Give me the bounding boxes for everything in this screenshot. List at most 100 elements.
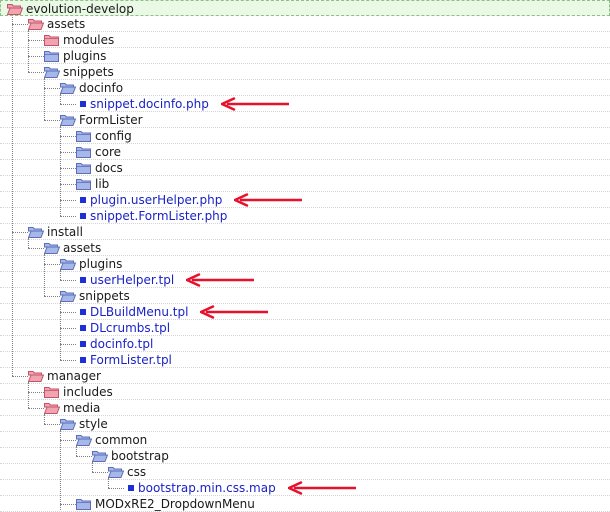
tree-folder-evolution-develop[interactable]: evolution-develop <box>0 0 610 16</box>
tree-connector-branch <box>28 248 44 249</box>
tree-file-formlister-tpl[interactable]: FormLister.tpl <box>0 352 610 368</box>
folder-open-icon <box>28 227 44 238</box>
tree-connector-branch <box>28 72 44 73</box>
folder-open-icon <box>92 451 108 462</box>
folder-label: bootstrap <box>111 449 169 463</box>
tree-connector-branch <box>60 328 76 329</box>
tree-folder-snippets[interactable]: snippets <box>0 288 610 304</box>
tree-connector-branch <box>60 440 76 441</box>
tree-folder-plugins[interactable]: plugins <box>0 256 610 272</box>
tree-folder-media[interactable]: media <box>0 400 610 416</box>
tree-connector-branch <box>28 56 44 57</box>
tree-folder-install[interactable]: install <box>0 224 610 240</box>
tree-connector-branch <box>60 312 76 313</box>
tree-file-dlcrumbs-tpl[interactable]: DLcrumbs.tpl <box>0 320 610 336</box>
folder-icon <box>76 163 91 174</box>
folder-label: core <box>95 145 121 159</box>
folder-label: assets <box>47 17 86 31</box>
tree-folder-formlister[interactable]: FormLister <box>0 112 610 128</box>
folder-icon <box>76 179 91 190</box>
tree-connector-branch <box>60 360 76 361</box>
tree-connector-branch <box>28 392 44 393</box>
tree-connector-branch <box>92 472 108 473</box>
folder-open-icon <box>60 419 76 430</box>
folder-label: includes <box>63 385 113 399</box>
tree-folder-bootstrap[interactable]: bootstrap <box>0 448 610 464</box>
tree-connector-branch <box>76 456 92 457</box>
tree-folder-docinfo[interactable]: docinfo <box>0 80 610 96</box>
tree-connector-branch <box>60 200 76 201</box>
tree-folder-includes[interactable]: includes <box>0 384 610 400</box>
tree-connector-branch <box>60 344 76 345</box>
tree-connector-branch <box>12 376 28 377</box>
folder-open-icon <box>7 4 23 15</box>
tree-folder-assets[interactable]: assets <box>0 240 610 256</box>
folder-icon <box>44 51 59 62</box>
folder-label: install <box>47 225 83 239</box>
tree-file-plugin-userhelper-php[interactable]: plugin.userHelper.php <box>0 192 610 208</box>
folder-open-icon <box>28 19 44 30</box>
tree-connector-branch <box>12 232 28 233</box>
folder-label: manager <box>47 369 101 383</box>
folder-label: docs <box>95 161 123 175</box>
tree-file-dlbuildmenu-tpl[interactable]: DLBuildMenu.tpl <box>0 304 610 320</box>
folder-icon <box>76 499 91 510</box>
tree-folder-plugins[interactable]: plugins <box>0 48 610 64</box>
file-icon <box>80 309 86 315</box>
tree-connector-branch <box>44 120 60 121</box>
tree-folder-snippets[interactable]: snippets <box>0 64 610 80</box>
file-icon <box>80 325 86 331</box>
tree-folder-docs[interactable]: docs <box>0 160 610 176</box>
red-arrow-icon <box>200 305 269 319</box>
folder-label: docinfo <box>79 81 124 95</box>
file-label: snippet.FormLister.php <box>90 209 228 223</box>
file-icon <box>128 485 134 491</box>
tree-connector-branch <box>60 184 76 185</box>
folder-open-icon <box>28 371 44 382</box>
tree-file-snippet-formlister-php[interactable]: snippet.FormLister.php <box>0 208 610 224</box>
tree-folder-modules[interactable]: modules <box>0 32 610 48</box>
folder-open-icon <box>44 243 60 254</box>
tree-connector-branch <box>60 152 76 153</box>
file-icon <box>80 101 86 107</box>
folder-icon <box>76 131 91 142</box>
tree-folder-config[interactable]: config <box>0 128 610 144</box>
tree-folder-assets[interactable]: assets <box>0 16 610 32</box>
tree-connector-branch <box>60 168 76 169</box>
file-label: userHelper.tpl <box>90 273 175 287</box>
file-icon <box>80 213 86 219</box>
tree-folder-core[interactable]: core <box>0 144 610 160</box>
tree-connector-branch <box>12 24 28 25</box>
file-label: snippet.docinfo.php <box>90 97 209 111</box>
tree-connector-branch <box>60 136 76 137</box>
folder-open-icon <box>44 403 60 414</box>
file-label: plugin.userHelper.php <box>90 193 223 207</box>
tree-folder-common[interactable]: common <box>0 432 610 448</box>
tree-folder-css[interactable]: css <box>0 464 610 480</box>
tree-connector-branch <box>28 40 44 41</box>
tree-connector-branch <box>108 488 124 489</box>
tree-connector-branch <box>44 424 60 425</box>
tree-folder-lib[interactable]: lib <box>0 176 610 192</box>
folder-open-icon <box>76 435 92 446</box>
tree-file-userhelper-tpl[interactable]: userHelper.tpl <box>0 272 610 288</box>
folder-label: css <box>127 465 147 479</box>
folder-label: snippets <box>79 289 130 303</box>
folder-label: assets <box>63 241 102 255</box>
folder-icon <box>44 387 59 398</box>
folder-open-icon <box>44 67 60 78</box>
folder-label: evolution-develop <box>26 2 134 16</box>
folder-open-icon <box>60 291 76 302</box>
file-tree: evolution-develop assets modules plugins sni… <box>0 0 610 512</box>
file-label: DLcrumbs.tpl <box>90 321 171 335</box>
folder-open-icon <box>108 467 124 478</box>
tree-connector-branch <box>60 104 76 105</box>
tree-file-snippet-docinfo-php[interactable]: snippet.docinfo.php <box>0 96 610 112</box>
tree-folder-manager[interactable]: manager <box>0 368 610 384</box>
tree-file-docinfo-tpl[interactable]: docinfo.tpl <box>0 336 610 352</box>
file-icon <box>80 197 86 203</box>
folder-icon <box>44 35 59 46</box>
folder-label: style <box>79 417 108 431</box>
file-label: docinfo.tpl <box>90 337 154 351</box>
tree-folder-style[interactable]: style <box>0 416 610 432</box>
